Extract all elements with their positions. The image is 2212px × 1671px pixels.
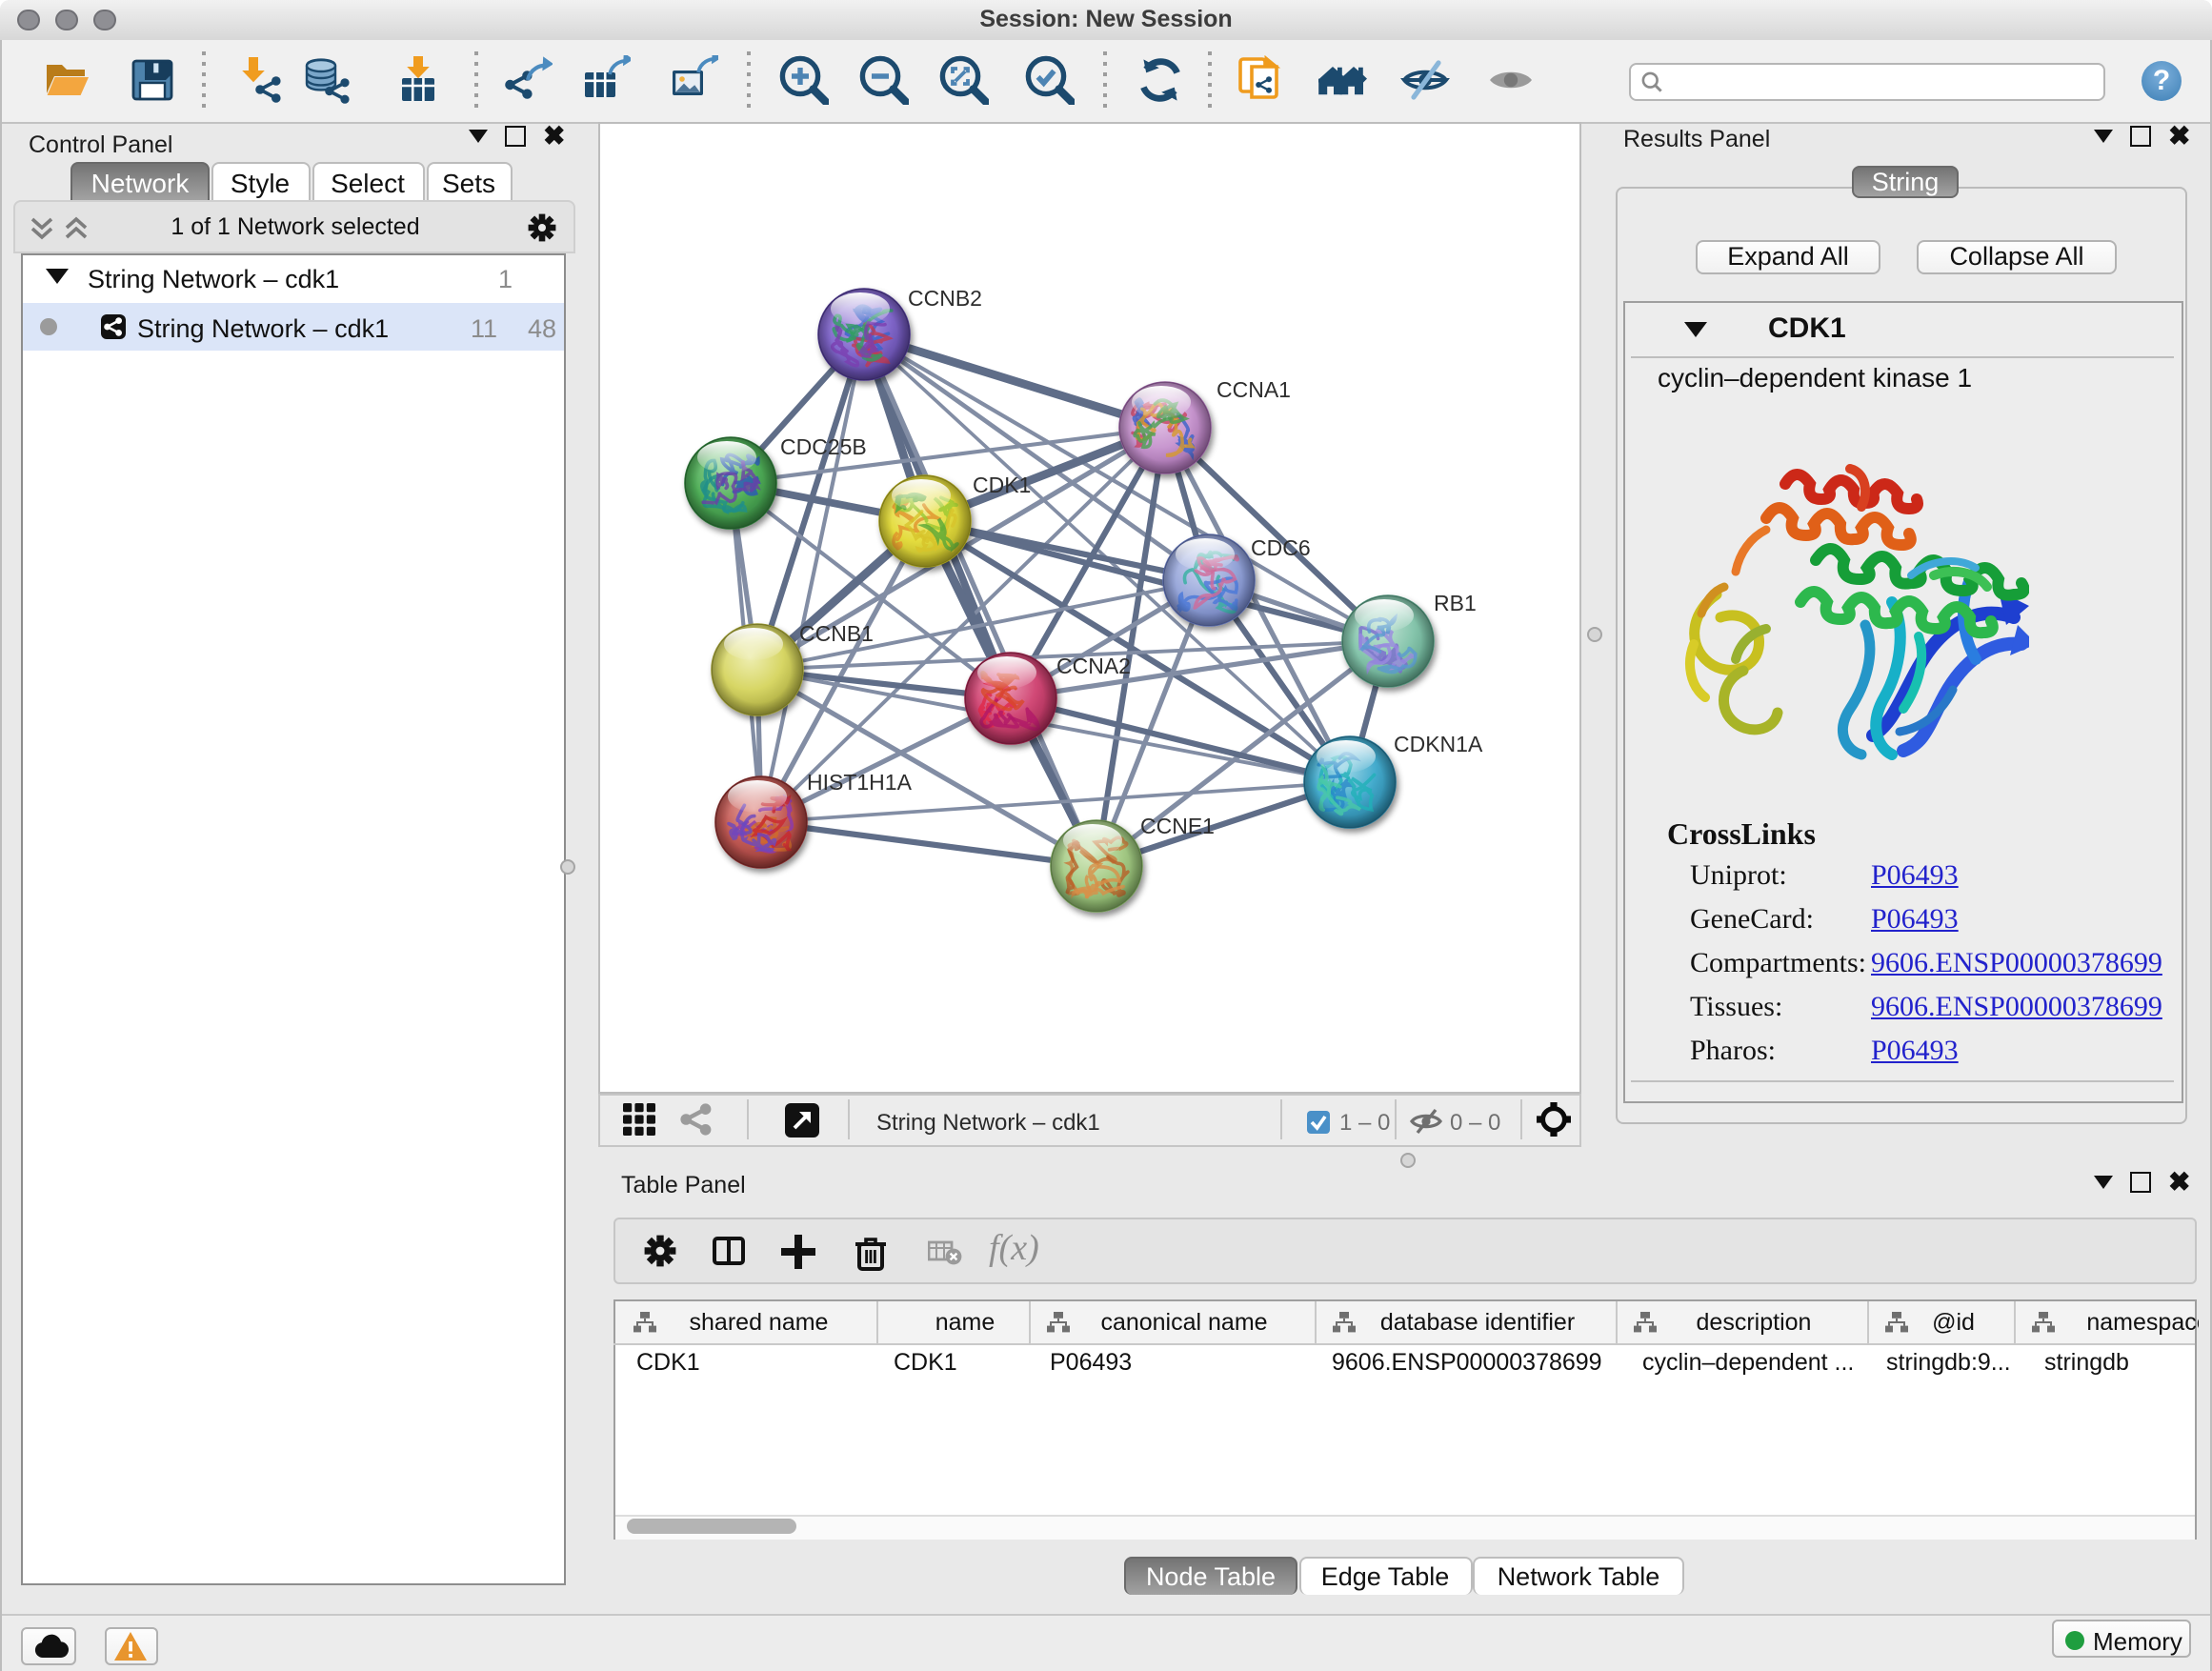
svg-text:CDC6: CDC6 xyxy=(1250,534,1310,559)
svg-text:CCNA1: CCNA1 xyxy=(1216,376,1290,401)
svg-text:CCNE1: CCNE1 xyxy=(1139,813,1214,837)
svg-text:CDKN1A: CDKN1A xyxy=(1393,731,1482,755)
svg-text:RB1: RB1 xyxy=(1433,590,1476,614)
svg-text:CCNB1: CCNB1 xyxy=(798,620,873,645)
svg-text:CCNB2: CCNB2 xyxy=(907,285,981,310)
svg-text:CDK1: CDK1 xyxy=(972,472,1030,496)
svg-text:CDC25B: CDC25B xyxy=(779,433,866,458)
svg-text:HIST1H1A: HIST1H1A xyxy=(806,769,912,794)
svg-text:CCNA2: CCNA2 xyxy=(1056,653,1130,677)
